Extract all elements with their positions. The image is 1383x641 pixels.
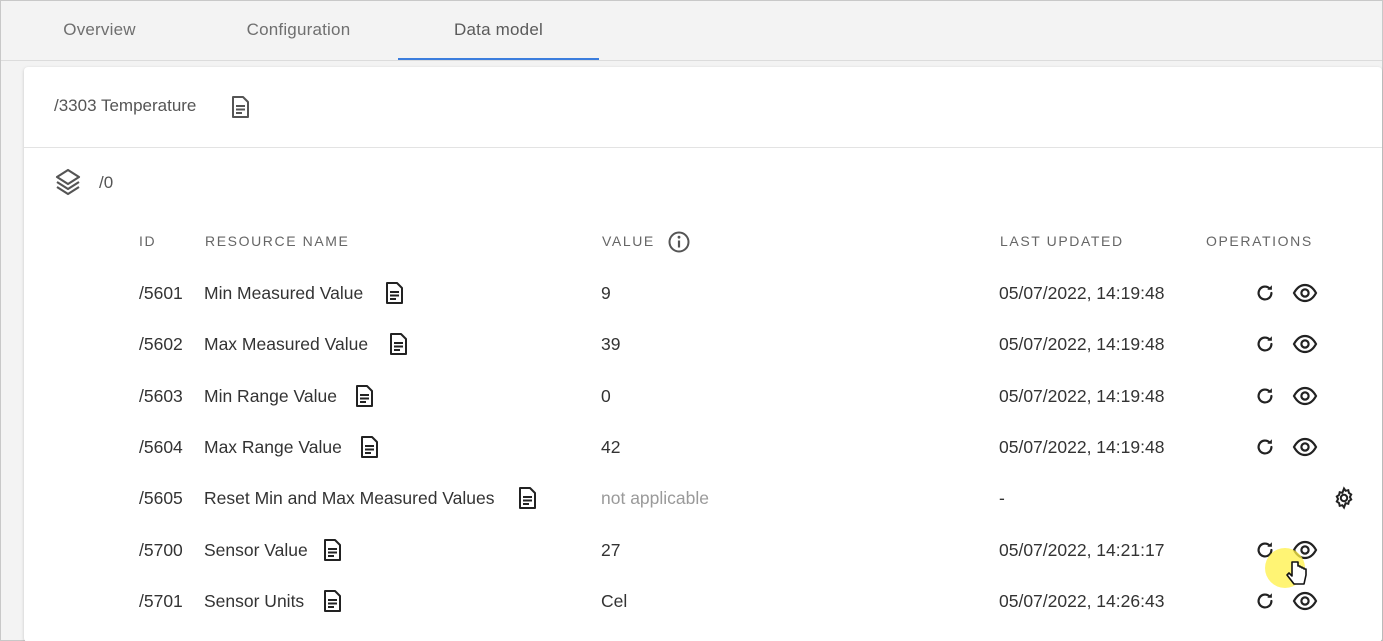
object-header: /3303 Temperature bbox=[24, 67, 1382, 148]
last-updated: 05/07/2022, 14:19:48 bbox=[999, 283, 1165, 303]
document-icon[interactable] bbox=[515, 486, 539, 515]
resource-value: 42 bbox=[601, 436, 621, 457]
resource-name: Max Measured Value bbox=[204, 334, 369, 355]
table-row: /5700 Sensor Value 27 05/07/2022, 14:21:17 bbox=[24, 525, 1382, 576]
document-icon[interactable] bbox=[382, 281, 406, 310]
refresh-icon[interactable] bbox=[1254, 590, 1276, 617]
resource-id: /5604 bbox=[139, 436, 183, 457]
document-icon[interactable] bbox=[357, 435, 381, 464]
resource-id: /5701 bbox=[139, 590, 183, 611]
document-icon[interactable] bbox=[320, 538, 344, 567]
execute-gear-icon[interactable] bbox=[1332, 486, 1356, 515]
resource-value: 0 bbox=[601, 385, 611, 406]
data-model-card: /3303 Temperature /0 ID RESOURCE NAME VA… bbox=[24, 67, 1382, 641]
resource-name: Sensor Value bbox=[204, 539, 308, 560]
last-updated: - bbox=[999, 488, 1005, 509]
document-icon[interactable] bbox=[228, 95, 252, 119]
table-row: /5605 Reset Min and Max Measured Values no… bbox=[24, 473, 1382, 524]
tab-configuration[interactable]: Configuration bbox=[200, 1, 397, 60]
eye-icon[interactable] bbox=[1292, 590, 1318, 617]
resource-name: Min Measured Value bbox=[204, 283, 364, 303]
info-icon[interactable] bbox=[667, 230, 691, 254]
table-row: /5701 Sensor Units Cel 05/07/2022, 14:26:43 bbox=[24, 576, 1382, 627]
resource-value: Cel bbox=[601, 590, 628, 611]
last-updated: 05/07/2022, 14:19:48 bbox=[999, 385, 1165, 406]
resource-id: /5602 bbox=[139, 334, 183, 355]
table-row: /5601 Min Measured Value 9 05/07/2022, 14:1… bbox=[24, 268, 1382, 319]
eye-icon[interactable] bbox=[1292, 385, 1318, 412]
layers-icon bbox=[55, 168, 81, 196]
column-header-id: ID bbox=[139, 233, 157, 249]
column-header-operations: OPERATIONS bbox=[1206, 233, 1313, 249]
tab-bar: Overview Configuration Data model bbox=[1, 1, 1382, 61]
document-icon[interactable] bbox=[386, 332, 410, 361]
resource-id: /5605 bbox=[139, 488, 183, 509]
resource-name: Sensor Units bbox=[204, 590, 305, 611]
table-row: /5603 Min Range Value 0 05/07/2022, 14:19:4… bbox=[24, 371, 1382, 422]
resource-id: /5603 bbox=[139, 385, 183, 406]
last-updated: 05/07/2022, 14:19:48 bbox=[999, 334, 1165, 355]
column-header-last-updated: LAST UPDATED bbox=[1000, 233, 1124, 249]
refresh-icon[interactable] bbox=[1254, 436, 1276, 463]
eye-icon[interactable] bbox=[1292, 436, 1318, 463]
refresh-icon[interactable] bbox=[1254, 385, 1276, 412]
tab-data-model[interactable]: Data model bbox=[398, 1, 599, 60]
column-header-value: VALUE bbox=[602, 233, 655, 249]
resource-value: not applicable bbox=[601, 488, 709, 509]
resource-name: Min Range Value bbox=[204, 385, 337, 406]
resource-name: Max Range Value bbox=[204, 436, 342, 457]
tab-overview[interactable]: Overview bbox=[1, 1, 198, 60]
pointer-cursor-icon bbox=[1286, 561, 1307, 585]
resource-id: /5601 bbox=[139, 283, 183, 303]
last-updated: 05/07/2022, 14:26:43 bbox=[999, 590, 1165, 611]
column-header-name: RESOURCE NAME bbox=[205, 233, 350, 249]
last-updated: 05/07/2022, 14:21:17 bbox=[999, 539, 1165, 560]
resource-name: Reset Min and Max Measured Values bbox=[204, 488, 495, 509]
resource-id: /5700 bbox=[139, 539, 183, 560]
refresh-icon[interactable] bbox=[1254, 333, 1276, 360]
last-updated: 05/07/2022, 14:19:48 bbox=[999, 436, 1165, 457]
refresh-icon[interactable] bbox=[1254, 282, 1276, 309]
eye-icon[interactable] bbox=[1292, 333, 1318, 360]
resource-value: 9 bbox=[601, 283, 611, 303]
resource-value: 27 bbox=[601, 539, 621, 560]
document-icon[interactable] bbox=[320, 589, 344, 618]
object-title: /3303 Temperature bbox=[54, 96, 197, 115]
eye-icon[interactable] bbox=[1292, 282, 1318, 309]
resource-value: 39 bbox=[601, 334, 621, 355]
instance-label: /0 bbox=[99, 173, 114, 192]
table-row: /5602 Max Measured Value 39 05/07/2022, 14:… bbox=[24, 319, 1382, 370]
document-icon[interactable] bbox=[352, 384, 376, 413]
table-row: /5604 Max Range Value 42 05/07/2022, 14:19:… bbox=[24, 422, 1382, 473]
